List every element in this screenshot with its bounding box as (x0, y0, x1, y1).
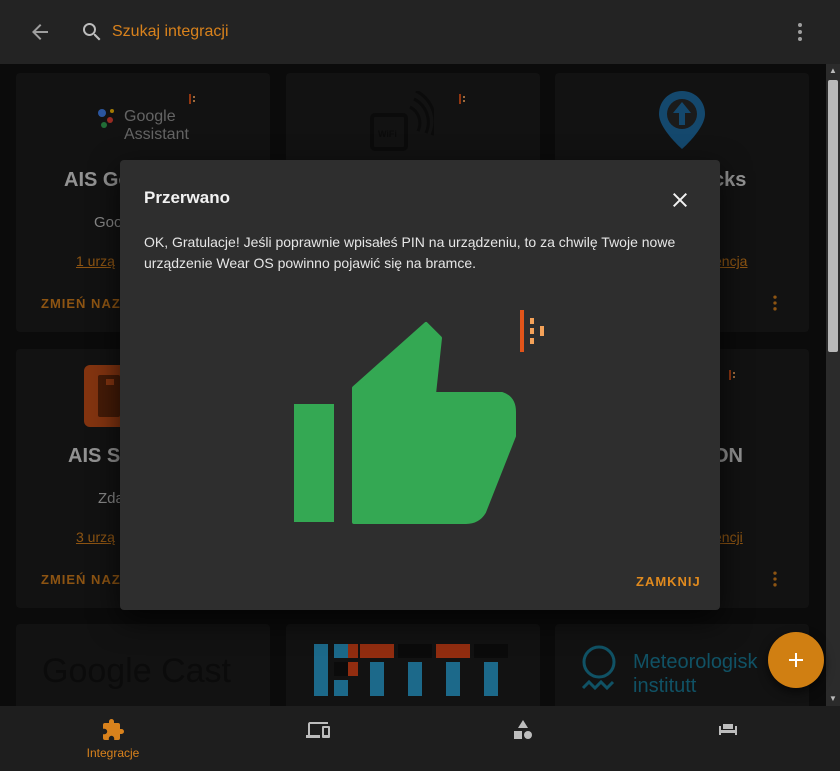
scroll-down-icon[interactable]: ▼ (828, 694, 838, 704)
thumbs-up-icon (294, 310, 544, 524)
more-vertical-icon[interactable] (788, 20, 812, 44)
top-app-bar (0, 0, 840, 64)
devices-icon (306, 722, 330, 738)
search-icon (83, 23, 101, 41)
search-input[interactable] (112, 20, 712, 44)
dialog-close-button[interactable]: ZAMKNIJ (636, 574, 701, 589)
dialog-message: OK, Gratulacje! Jeśli poprawnie wpisałeś… (144, 234, 676, 271)
shapes-icon (514, 720, 532, 739)
nav-item-automations[interactable] (418, 706, 628, 771)
puzzle-icon (103, 719, 124, 740)
nav-item-areas[interactable] (623, 706, 833, 771)
scrollbar[interactable]: ▲ ▼ (826, 64, 840, 706)
sofa-icon (719, 724, 737, 735)
result-dialog: Przerwano OK, Gratulacje! Jeśli poprawni… (120, 160, 720, 610)
scrollbar-thumb[interactable] (828, 80, 838, 352)
nav-item-integrations[interactable]: Integracje (8, 706, 218, 771)
add-integration-button[interactable] (768, 632, 824, 688)
scroll-up-icon[interactable]: ▲ (828, 66, 838, 76)
nav-item-devices[interactable] (213, 706, 423, 771)
dialog-title: Przerwano (144, 188, 230, 207)
bottom-navigation: Integracje (0, 706, 840, 771)
nav-label: Integracje (86, 746, 140, 760)
plus-icon (789, 653, 803, 667)
back-arrow-icon[interactable] (28, 20, 52, 44)
close-icon[interactable] (668, 188, 692, 212)
